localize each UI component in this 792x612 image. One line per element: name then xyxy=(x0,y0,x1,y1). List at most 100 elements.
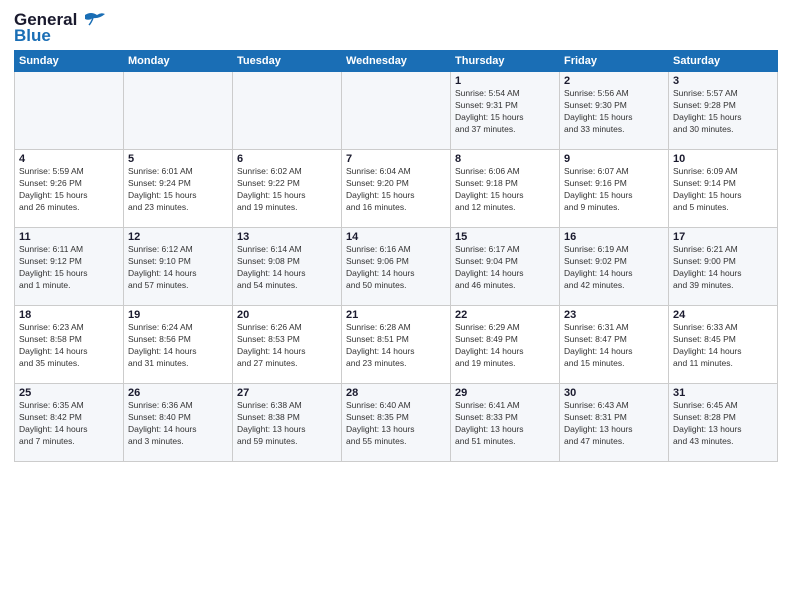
day-number: 25 xyxy=(19,387,119,399)
day-info: Sunrise: 6:40 AM Sunset: 8:35 PM Dayligh… xyxy=(346,400,446,448)
day-info: Sunrise: 6:06 AM Sunset: 9:18 PM Dayligh… xyxy=(455,166,555,214)
day-number: 7 xyxy=(346,153,446,165)
day-info: Sunrise: 6:26 AM Sunset: 8:53 PM Dayligh… xyxy=(237,322,337,370)
calendar-header-friday: Friday xyxy=(560,51,669,72)
calendar-cell: 16Sunrise: 6:19 AM Sunset: 9:02 PM Dayli… xyxy=(560,228,669,306)
day-info: Sunrise: 5:57 AM Sunset: 9:28 PM Dayligh… xyxy=(673,88,773,136)
day-number: 4 xyxy=(19,153,119,165)
calendar-cell: 26Sunrise: 6:36 AM Sunset: 8:40 PM Dayli… xyxy=(124,384,233,462)
calendar-cell: 6Sunrise: 6:02 AM Sunset: 9:22 PM Daylig… xyxy=(233,150,342,228)
day-info: Sunrise: 6:45 AM Sunset: 8:28 PM Dayligh… xyxy=(673,400,773,448)
day-info: Sunrise: 6:11 AM Sunset: 9:12 PM Dayligh… xyxy=(19,244,119,292)
day-number: 21 xyxy=(346,309,446,321)
day-number: 28 xyxy=(346,387,446,399)
day-number: 18 xyxy=(19,309,119,321)
calendar-cell: 21Sunrise: 6:28 AM Sunset: 8:51 PM Dayli… xyxy=(342,306,451,384)
day-info: Sunrise: 6:29 AM Sunset: 8:49 PM Dayligh… xyxy=(455,322,555,370)
header: General Blue xyxy=(14,10,778,46)
calendar-cell: 15Sunrise: 6:17 AM Sunset: 9:04 PM Dayli… xyxy=(451,228,560,306)
logo-blue-text: Blue xyxy=(14,26,51,46)
day-number: 23 xyxy=(564,309,664,321)
day-info: Sunrise: 6:07 AM Sunset: 9:16 PM Dayligh… xyxy=(564,166,664,214)
day-info: Sunrise: 6:31 AM Sunset: 8:47 PM Dayligh… xyxy=(564,322,664,370)
day-info: Sunrise: 6:02 AM Sunset: 9:22 PM Dayligh… xyxy=(237,166,337,214)
day-number: 3 xyxy=(673,75,773,87)
calendar-cell: 27Sunrise: 6:38 AM Sunset: 8:38 PM Dayli… xyxy=(233,384,342,462)
calendar-header-thursday: Thursday xyxy=(451,51,560,72)
day-number: 10 xyxy=(673,153,773,165)
day-number: 26 xyxy=(128,387,228,399)
calendar-week-row: 1Sunrise: 5:54 AM Sunset: 9:31 PM Daylig… xyxy=(15,72,778,150)
calendar-header-saturday: Saturday xyxy=(669,51,778,72)
logo-bird-icon xyxy=(81,11,105,29)
day-info: Sunrise: 6:21 AM Sunset: 9:00 PM Dayligh… xyxy=(673,244,773,292)
calendar-cell: 28Sunrise: 6:40 AM Sunset: 8:35 PM Dayli… xyxy=(342,384,451,462)
calendar-cell: 19Sunrise: 6:24 AM Sunset: 8:56 PM Dayli… xyxy=(124,306,233,384)
day-number: 30 xyxy=(564,387,664,399)
day-number: 5 xyxy=(128,153,228,165)
calendar-header-row: SundayMondayTuesdayWednesdayThursdayFrid… xyxy=(15,51,778,72)
day-info: Sunrise: 6:35 AM Sunset: 8:42 PM Dayligh… xyxy=(19,400,119,448)
day-number: 24 xyxy=(673,309,773,321)
day-number: 17 xyxy=(673,231,773,243)
day-info: Sunrise: 6:41 AM Sunset: 8:33 PM Dayligh… xyxy=(455,400,555,448)
day-info: Sunrise: 6:36 AM Sunset: 8:40 PM Dayligh… xyxy=(128,400,228,448)
day-number: 1 xyxy=(455,75,555,87)
day-number: 12 xyxy=(128,231,228,243)
calendar-cell xyxy=(233,72,342,150)
calendar-week-row: 25Sunrise: 6:35 AM Sunset: 8:42 PM Dayli… xyxy=(15,384,778,462)
day-info: Sunrise: 6:43 AM Sunset: 8:31 PM Dayligh… xyxy=(564,400,664,448)
day-info: Sunrise: 5:54 AM Sunset: 9:31 PM Dayligh… xyxy=(455,88,555,136)
calendar-week-row: 11Sunrise: 6:11 AM Sunset: 9:12 PM Dayli… xyxy=(15,228,778,306)
calendar-cell: 4Sunrise: 5:59 AM Sunset: 9:26 PM Daylig… xyxy=(15,150,124,228)
day-info: Sunrise: 6:23 AM Sunset: 8:58 PM Dayligh… xyxy=(19,322,119,370)
calendar-table: SundayMondayTuesdayWednesdayThursdayFrid… xyxy=(14,50,778,462)
calendar-cell: 13Sunrise: 6:14 AM Sunset: 9:08 PM Dayli… xyxy=(233,228,342,306)
day-info: Sunrise: 6:28 AM Sunset: 8:51 PM Dayligh… xyxy=(346,322,446,370)
calendar-cell: 3Sunrise: 5:57 AM Sunset: 9:28 PM Daylig… xyxy=(669,72,778,150)
calendar-cell: 1Sunrise: 5:54 AM Sunset: 9:31 PM Daylig… xyxy=(451,72,560,150)
calendar-cell: 23Sunrise: 6:31 AM Sunset: 8:47 PM Dayli… xyxy=(560,306,669,384)
day-number: 6 xyxy=(237,153,337,165)
calendar-cell: 30Sunrise: 6:43 AM Sunset: 8:31 PM Dayli… xyxy=(560,384,669,462)
day-number: 9 xyxy=(564,153,664,165)
day-number: 16 xyxy=(564,231,664,243)
day-number: 2 xyxy=(564,75,664,87)
day-info: Sunrise: 6:24 AM Sunset: 8:56 PM Dayligh… xyxy=(128,322,228,370)
day-info: Sunrise: 6:33 AM Sunset: 8:45 PM Dayligh… xyxy=(673,322,773,370)
day-number: 14 xyxy=(346,231,446,243)
day-info: Sunrise: 6:17 AM Sunset: 9:04 PM Dayligh… xyxy=(455,244,555,292)
day-number: 31 xyxy=(673,387,773,399)
calendar-cell: 24Sunrise: 6:33 AM Sunset: 8:45 PM Dayli… xyxy=(669,306,778,384)
calendar-header-sunday: Sunday xyxy=(15,51,124,72)
day-number: 22 xyxy=(455,309,555,321)
day-info: Sunrise: 6:14 AM Sunset: 9:08 PM Dayligh… xyxy=(237,244,337,292)
day-number: 29 xyxy=(455,387,555,399)
calendar-cell: 12Sunrise: 6:12 AM Sunset: 9:10 PM Dayli… xyxy=(124,228,233,306)
calendar-cell xyxy=(124,72,233,150)
calendar-cell: 5Sunrise: 6:01 AM Sunset: 9:24 PM Daylig… xyxy=(124,150,233,228)
day-number: 15 xyxy=(455,231,555,243)
calendar-cell xyxy=(15,72,124,150)
calendar-cell xyxy=(342,72,451,150)
calendar-cell: 7Sunrise: 6:04 AM Sunset: 9:20 PM Daylig… xyxy=(342,150,451,228)
day-number: 19 xyxy=(128,309,228,321)
calendar-week-row: 18Sunrise: 6:23 AM Sunset: 8:58 PM Dayli… xyxy=(15,306,778,384)
calendar-cell: 20Sunrise: 6:26 AM Sunset: 8:53 PM Dayli… xyxy=(233,306,342,384)
day-number: 13 xyxy=(237,231,337,243)
calendar-header-wednesday: Wednesday xyxy=(342,51,451,72)
calendar-cell: 11Sunrise: 6:11 AM Sunset: 9:12 PM Dayli… xyxy=(15,228,124,306)
calendar-cell: 10Sunrise: 6:09 AM Sunset: 9:14 PM Dayli… xyxy=(669,150,778,228)
day-info: Sunrise: 6:12 AM Sunset: 9:10 PM Dayligh… xyxy=(128,244,228,292)
day-info: Sunrise: 6:16 AM Sunset: 9:06 PM Dayligh… xyxy=(346,244,446,292)
day-number: 27 xyxy=(237,387,337,399)
calendar-cell: 25Sunrise: 6:35 AM Sunset: 8:42 PM Dayli… xyxy=(15,384,124,462)
calendar-cell: 31Sunrise: 6:45 AM Sunset: 8:28 PM Dayli… xyxy=(669,384,778,462)
calendar-cell: 9Sunrise: 6:07 AM Sunset: 9:16 PM Daylig… xyxy=(560,150,669,228)
day-info: Sunrise: 6:01 AM Sunset: 9:24 PM Dayligh… xyxy=(128,166,228,214)
day-number: 20 xyxy=(237,309,337,321)
day-info: Sunrise: 6:38 AM Sunset: 8:38 PM Dayligh… xyxy=(237,400,337,448)
calendar-week-row: 4Sunrise: 5:59 AM Sunset: 9:26 PM Daylig… xyxy=(15,150,778,228)
day-info: Sunrise: 5:59 AM Sunset: 9:26 PM Dayligh… xyxy=(19,166,119,214)
day-info: Sunrise: 5:56 AM Sunset: 9:30 PM Dayligh… xyxy=(564,88,664,136)
